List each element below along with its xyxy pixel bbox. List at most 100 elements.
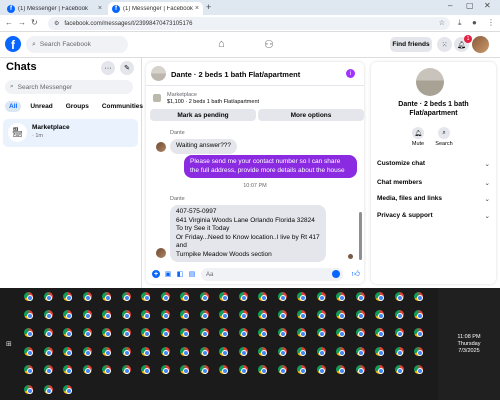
- chrome-taskbar-icon[interactable]: [336, 292, 345, 301]
- new-tab-icon[interactable]: +: [206, 2, 211, 12]
- chrome-taskbar-icon[interactable]: [121, 310, 131, 319]
- chrome-taskbar-icon[interactable]: [238, 365, 248, 374]
- messenger-search-input[interactable]: ⌕ Search Messenger: [5, 80, 133, 94]
- chrome-taskbar-icon[interactable]: [258, 328, 267, 337]
- listing-price[interactable]: $1,100 · 2 beds 1 bath Flat/apartment: [167, 99, 259, 105]
- chrome-taskbar-icon[interactable]: [414, 292, 423, 301]
- account-avatar[interactable]: [472, 36, 489, 53]
- chrome-taskbar-icon[interactable]: [394, 365, 404, 374]
- chrome-taskbar-icon[interactable]: [43, 385, 53, 394]
- chrome-taskbar-icon[interactable]: [180, 347, 189, 356]
- chrome-taskbar-icon[interactable]: [102, 292, 111, 301]
- chrome-taskbar-icon[interactable]: [121, 365, 131, 374]
- minimize-icon[interactable]: –: [448, 1, 452, 10]
- chrome-taskbar-icon[interactable]: [375, 310, 384, 319]
- close-tab-icon[interactable]: ×: [195, 5, 199, 12]
- chrome-taskbar-icon[interactable]: [238, 310, 248, 319]
- image-icon[interactable]: ▣: [164, 270, 172, 278]
- sticker-icon[interactable]: ◧: [176, 270, 184, 278]
- chrome-taskbar-icon[interactable]: [258, 292, 267, 301]
- forward-icon[interactable]: →: [18, 18, 26, 27]
- chrome-taskbar-icon[interactable]: [199, 310, 209, 319]
- gif-icon[interactable]: ▤: [188, 270, 196, 278]
- chrome-taskbar-icon[interactable]: [160, 328, 170, 337]
- mute-action[interactable]: 🔔︎ Mute: [407, 127, 429, 147]
- windows-start-icon[interactable]: ⊞: [6, 340, 12, 348]
- chrome-taskbar-icon[interactable]: [336, 310, 345, 319]
- chrome-taskbar-icon[interactable]: [394, 347, 404, 356]
- close-tab-icon[interactable]: ×: [98, 5, 102, 12]
- chrome-taskbar-icon[interactable]: [316, 347, 326, 356]
- facebook-search-input[interactable]: ⌕ Search Facebook: [26, 36, 128, 53]
- chrome-taskbar-icon[interactable]: [375, 347, 384, 356]
- bookmark-star-icon[interactable]: ☆: [439, 19, 445, 27]
- chrome-taskbar-icon[interactable]: [355, 292, 365, 301]
- chrome-taskbar-icon[interactable]: [43, 292, 53, 301]
- chrome-taskbar-icon[interactable]: [297, 292, 306, 301]
- maximize-icon[interactable]: ▢: [466, 1, 474, 10]
- chrome-taskbar-icon[interactable]: [394, 328, 404, 337]
- chrome-taskbar-icon[interactable]: [336, 347, 345, 356]
- chrome-taskbar-icon[interactable]: [160, 310, 170, 319]
- chrome-taskbar-icon[interactable]: [199, 328, 209, 337]
- filter-unread[interactable]: Unread: [26, 101, 56, 112]
- chrome-taskbar-icon[interactable]: [141, 365, 150, 374]
- chrome-taskbar-icon[interactable]: [394, 292, 404, 301]
- chrome-taskbar-icon[interactable]: [258, 365, 267, 374]
- listing-image[interactable]: [416, 68, 444, 96]
- chrome-taskbar-icon[interactable]: [375, 365, 384, 374]
- chrome-taskbar-icon[interactable]: [355, 347, 365, 356]
- chrome-taskbar-icon[interactable]: [121, 292, 131, 301]
- chrome-taskbar-icon[interactable]: [316, 292, 326, 301]
- chrome-taskbar-icon[interactable]: [238, 292, 248, 301]
- sender-avatar[interactable]: [156, 248, 166, 258]
- chrome-taskbar-icon[interactable]: [199, 365, 209, 374]
- site-info-icon[interactable]: ⚙: [54, 20, 59, 27]
- chrome-taskbar-icon[interactable]: [24, 365, 33, 374]
- chrome-taskbar-icon[interactable]: [63, 310, 72, 319]
- chrome-taskbar-icon[interactable]: [355, 365, 365, 374]
- plus-icon[interactable]: +: [152, 270, 160, 278]
- filter-all[interactable]: All: [5, 101, 22, 112]
- chrome-taskbar-icon[interactable]: [24, 292, 33, 301]
- chrome-taskbar-icon[interactable]: [43, 310, 53, 319]
- chrome-taskbar-icon[interactable]: [219, 292, 228, 301]
- chrome-taskbar-icon[interactable]: [82, 328, 92, 337]
- chrome-taskbar-icon[interactable]: [43, 328, 53, 337]
- download-icon[interactable]: ⤓: [458, 18, 462, 28]
- browser-tab[interactable]: f (1) Messenger | Facebook ×: [3, 2, 106, 15]
- emoji-icon[interactable]: [332, 270, 340, 278]
- section-chat-members[interactable]: Chat members ⌄: [377, 179, 490, 187]
- system-clock[interactable]: 11:08 PM Thursday 7/3/2025: [444, 334, 494, 355]
- chrome-taskbar-icon[interactable]: [414, 365, 423, 374]
- chrome-taskbar-icon[interactable]: [316, 365, 326, 374]
- filter-groups[interactable]: Groups: [62, 101, 93, 112]
- browser-tab-active[interactable]: f (1) Messenger | Facebook ×: [108, 2, 203, 15]
- chrome-taskbar-icon[interactable]: [180, 328, 189, 337]
- chrome-taskbar-icon[interactable]: [82, 292, 92, 301]
- chrome-taskbar-icon[interactable]: [375, 328, 384, 337]
- chrome-taskbar-icon[interactable]: [160, 292, 170, 301]
- chrome-taskbar-icon[interactable]: [238, 328, 248, 337]
- chrome-taskbar-icon[interactable]: [24, 310, 33, 319]
- apps-grid-icon[interactable]: ⁙: [437, 37, 452, 52]
- section-privacy-support[interactable]: Privacy & support ⌄: [377, 212, 490, 220]
- find-friends-button[interactable]: Find friends: [390, 37, 432, 52]
- chrome-taskbar-icon[interactable]: [297, 365, 306, 374]
- chrome-taskbar-icon[interactable]: [43, 365, 53, 374]
- chrome-taskbar-icon[interactable]: [316, 310, 326, 319]
- chrome-taskbar-icon[interactable]: [336, 365, 345, 374]
- facebook-logo[interactable]: f: [5, 36, 21, 52]
- search-action[interactable]: ⌕ Search: [433, 127, 455, 147]
- chrome-taskbar-icon[interactable]: [82, 365, 92, 374]
- mark-as-pending-button[interactable]: Mark as pending: [150, 109, 256, 121]
- filter-communities[interactable]: Communities: [98, 101, 147, 112]
- chrome-taskbar-icon[interactable]: [102, 347, 111, 356]
- chrome-taskbar-icon[interactable]: [297, 328, 306, 337]
- message-input[interactable]: Aa: [201, 268, 343, 281]
- chrome-taskbar-icon[interactable]: [277, 328, 287, 337]
- chrome-taskbar-icon[interactable]: [121, 328, 131, 337]
- url-field[interactable]: ⚙ facebook.com/messages/t/23998470473105…: [48, 17, 450, 30]
- chrome-taskbar-icon[interactable]: [160, 347, 170, 356]
- info-icon[interactable]: i: [346, 69, 355, 78]
